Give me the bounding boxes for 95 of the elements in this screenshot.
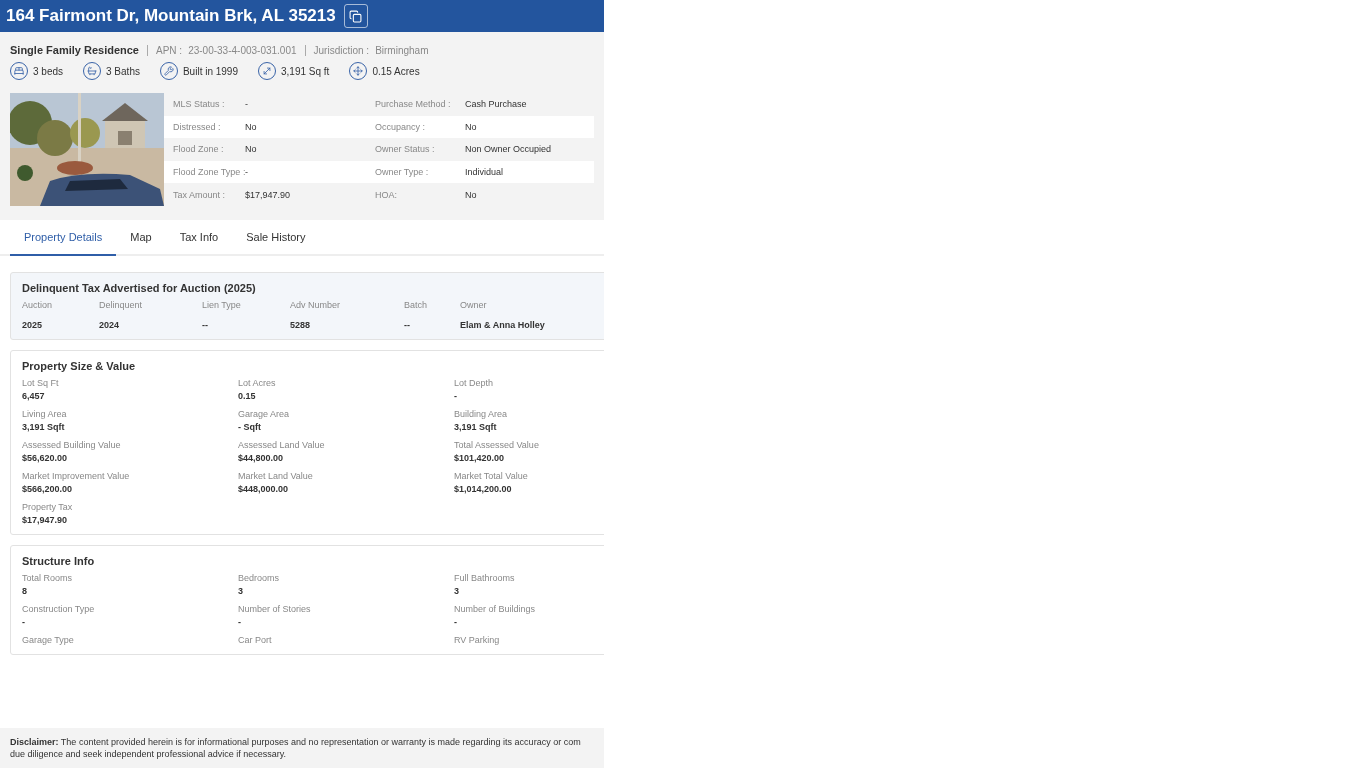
- feature-text: Built in 1999: [182, 65, 238, 77]
- detail-label: Owner Type :: [375, 167, 430, 178]
- detail-value: -: [245, 167, 249, 178]
- field-value: - Sqft: [238, 422, 262, 432]
- field-label: Assessed Land Value: [238, 440, 326, 450]
- field-label: Living Area: [22, 409, 68, 419]
- field-value: 3: [454, 586, 460, 596]
- detail-value: No: [465, 189, 478, 200]
- column-header: Adv Number: [290, 300, 342, 310]
- field-value: -: [22, 617, 26, 627]
- field-label: Market Improvement Value: [22, 471, 131, 481]
- column-header: Auction: [22, 300, 54, 310]
- field-value: 0.15: [238, 391, 257, 401]
- field-label: RV Parking: [454, 635, 501, 645]
- field-value: 6,457: [22, 391, 46, 401]
- detail-label: HOA:: [375, 189, 398, 200]
- detail-value: No: [245, 121, 258, 132]
- field-label: Number of Stories: [238, 604, 312, 614]
- detail-value: Non Owner Occupied: [465, 144, 553, 155]
- copy-icon: [349, 9, 363, 23]
- card-title: Structure Info: [22, 555, 96, 567]
- address-title: 164 Fairmont Dr, Mountain Brk, AL 35213: [6, 6, 336, 26]
- table-cell-text: --: [404, 320, 411, 330]
- field-value: $1,014,200.00: [454, 484, 513, 494]
- disclaimer-text: Disclaimer: The content provided herein is for informational purposes and no representation or warranty is made regarding its accuracy or com: [10, 736, 582, 748]
- jurisdiction-value: Birmingham: [375, 44, 429, 56]
- table-cell-text: --: [202, 320, 209, 330]
- table-cell-text: 2025: [22, 320, 44, 330]
- field-label: Bedrooms: [238, 573, 281, 583]
- field-label: Lot Acres: [238, 378, 277, 388]
- field-label: Market Land Value: [238, 471, 314, 481]
- field-label: Total Rooms: [22, 573, 74, 583]
- field-label: Full Bathrooms: [454, 573, 516, 583]
- disclaimer-text: due diligence and seek independent professional advice if necessary.: [10, 748, 288, 760]
- detail-label: Flood Zone Type :: [173, 167, 245, 178]
- field-value: $17,947.90: [22, 515, 69, 525]
- detail-label: Owner Status :: [375, 144, 436, 155]
- field-label: Building Area: [454, 409, 509, 419]
- detail-label: Flood Zone :: [173, 144, 225, 155]
- detail-label: Distressed :: [173, 121, 222, 132]
- column-header: Batch: [404, 300, 428, 310]
- field-label: Assessed Building Value: [22, 440, 122, 450]
- table-cell-text: 2024: [99, 320, 121, 330]
- feature-text: 3,191 Sq ft: [281, 65, 330, 77]
- apn-label: APN :: [156, 44, 183, 56]
- detail-label: Occupancy :: [375, 121, 427, 132]
- detail-label: MLS Status :: [173, 99, 226, 110]
- field-label: Number of Buildings: [454, 604, 537, 614]
- detail-value: $17,947.90: [245, 189, 292, 200]
- card-title: Property Size & Value: [22, 360, 137, 372]
- column-header: Lien Type: [202, 300, 242, 310]
- field-label: Garage Type: [22, 635, 75, 645]
- field-value: $566,200.00: [22, 484, 74, 494]
- field-value: $44,800.00: [238, 453, 285, 463]
- field-label: Market Total Value: [454, 471, 529, 481]
- field-value: 3,191 Sqft: [454, 422, 498, 432]
- detail-label: Purchase Method :: [375, 99, 452, 110]
- field-value: $101,420.00: [454, 453, 506, 463]
- feature-text: 0.15 Acres: [372, 65, 420, 77]
- field-label: Lot Sq Ft: [22, 378, 60, 388]
- field-label: Car Port: [238, 635, 273, 645]
- field-label: Garage Area: [238, 409, 291, 419]
- detail-value: No: [465, 121, 478, 132]
- tab[interactable]: Property Details: [10, 220, 117, 256]
- field-value: -: [454, 391, 458, 401]
- feature-text: 3 beds: [33, 65, 64, 77]
- field-value: $448,000.00: [238, 484, 290, 494]
- field-value: -: [454, 617, 458, 627]
- column-header: Delinquent: [99, 300, 144, 310]
- detail-value: Individual: [465, 167, 505, 178]
- table-cell-text: Elam & Anna Holley: [460, 320, 546, 330]
- detail-label: Tax Amount :: [173, 189, 227, 200]
- field-label: Construction Type: [22, 604, 96, 614]
- property-type: Single Family Residence: [10, 44, 139, 56]
- field-value: -: [238, 617, 242, 627]
- copy-button[interactable]: [343, 4, 368, 28]
- detail-value: No: [245, 144, 258, 155]
- feature-text: 3 Baths: [106, 65, 140, 77]
- detail-value: Cash Purchase: [465, 99, 528, 110]
- field-label: Lot Depth: [454, 378, 495, 388]
- field-value: 3: [238, 586, 244, 596]
- tab[interactable]: Map: [116, 220, 166, 256]
- field-label: Property Tax: [22, 502, 74, 512]
- column-header: Owner: [460, 300, 488, 310]
- jurisdiction-label: Jurisdiction :: [313, 44, 370, 56]
- field-value: 3,191 Sqft: [22, 422, 66, 432]
- field-value: $56,620.00: [22, 453, 69, 463]
- tab[interactable]: Sale History: [232, 220, 320, 256]
- table-cell-text: 5288: [290, 320, 312, 330]
- tab[interactable]: Tax Info: [165, 220, 233, 256]
- apn-value: 23-00-33-4-003-031.001: [188, 44, 297, 56]
- card-title: Delinquent Tax Advertised for Auction (2025): [22, 282, 257, 294]
- field-value: 8: [22, 586, 28, 596]
- detail-value: -: [245, 99, 249, 110]
- field-label: Total Assessed Value: [454, 440, 540, 450]
